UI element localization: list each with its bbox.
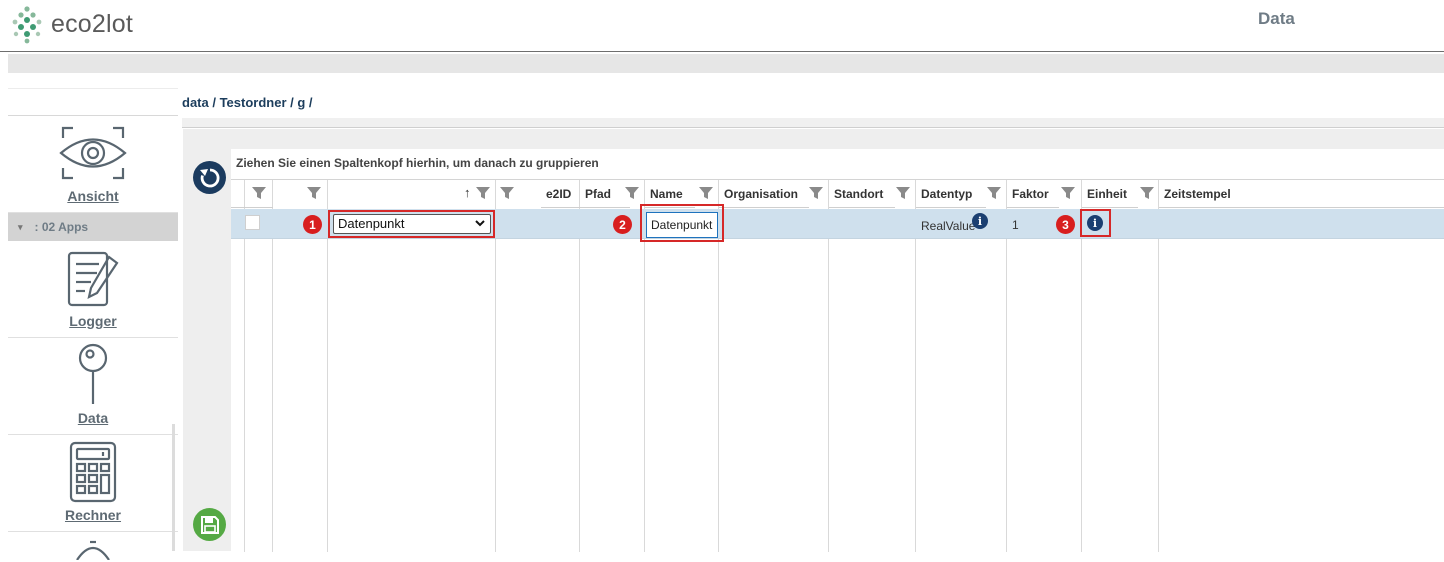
chevron-down-icon: ▾ — [18, 221, 23, 232]
save-button[interactable] — [193, 508, 226, 541]
sidebar-top-blank — [8, 88, 178, 116]
filter-icon[interactable] — [252, 186, 266, 200]
refresh-button[interactable] — [193, 161, 226, 194]
sidebar-item-rechner[interactable]: Rechner — [8, 435, 178, 532]
annotation-badge-1: 1 — [303, 215, 322, 234]
faktor-value: 1 — [1012, 218, 1019, 232]
breadcrumb[interactable]: data / Testordner / g / — [182, 95, 313, 110]
header-pfad[interactable]: Pfad — [580, 180, 630, 208]
sidebar-group-apps[interactable]: ▾ : 02 Apps — [8, 213, 178, 241]
sidebar-item-ansicht[interactable]: Ansicht — [8, 116, 178, 213]
map-pin-icon — [75, 342, 111, 410]
annotation-badge-2: 2 — [613, 215, 632, 234]
page-title: Data — [1258, 9, 1295, 28]
filter-icon[interactable] — [500, 186, 514, 200]
breadcrumb-divider — [182, 118, 1444, 128]
header-einheit[interactable]: Einheit — [1082, 180, 1138, 208]
eye-scan-icon — [59, 124, 127, 186]
sidebar-item-label: Logger — [69, 313, 117, 329]
sort-asc-icon[interactable]: ↑ — [464, 185, 471, 200]
filter-icon[interactable] — [699, 186, 713, 200]
toolbar-strip — [8, 54, 1444, 73]
logo-leaf-icon — [12, 6, 42, 44]
eco2lot-logo[interactable]: eco2lot — [8, 2, 133, 46]
sidebar: Ansicht ▾ : 02 Apps Logger Data Rechner — [8, 88, 178, 560]
sidebar-item-label: Ansicht — [67, 188, 119, 204]
filter-icon[interactable] — [307, 186, 321, 200]
row-checkbox[interactable] — [245, 215, 260, 230]
group-hint: Ziehen Sie einen Spaltenkopf hierhin, um… — [236, 156, 599, 170]
header-standort[interactable]: Standort — [829, 180, 895, 208]
filter-icon[interactable] — [896, 186, 910, 200]
chevron-down-icon — [475, 220, 485, 227]
calculator-icon — [67, 441, 119, 507]
table-row[interactable]: 1 Datenpunkt 2 Datenpunkt RealValue i 1 … — [231, 204, 1444, 242]
header-datentyp[interactable]: Datentyp — [916, 180, 986, 208]
sidebar-item-data[interactable]: Data — [8, 338, 178, 435]
group-by-panel[interactable]: Ziehen Sie einen Spaltenkopf hierhin, um… — [231, 149, 1444, 179]
type-select[interactable]: Datenpunkt — [333, 214, 491, 234]
datentyp-value: RealValue — [921, 219, 976, 233]
einheit-info-icon[interactable]: i — [1087, 215, 1103, 231]
notepad-pen-icon — [65, 249, 121, 313]
logo-text: eco2lot — [51, 9, 134, 38]
annotation-badge-3: 3 — [1056, 215, 1075, 234]
filter-icon[interactable] — [987, 186, 1001, 200]
sidebar-item-label: Rechner — [64, 507, 122, 523]
floppy-disk-icon — [200, 515, 219, 534]
header-zeitstempel[interactable]: Zeitstempel — [1159, 180, 1444, 208]
header-faktor[interactable]: Faktor — [1007, 180, 1059, 208]
clock-icon — [76, 540, 110, 560]
type-select-value: Datenpunkt — [338, 216, 405, 231]
refresh-icon — [199, 168, 219, 187]
filter-icon[interactable] — [1140, 186, 1154, 200]
sidebar-item-logger[interactable]: Logger — [8, 241, 178, 338]
filter-icon[interactable] — [1061, 186, 1075, 200]
data-grid: ↑ e2ID Pfad Name Organisation Standort D… — [231, 179, 1444, 552]
filter-icon[interactable] — [625, 186, 639, 200]
info-icon[interactable]: i — [972, 213, 988, 229]
filter-icon[interactable] — [809, 186, 823, 200]
app-header: eco2lot Data — [0, 0, 1444, 52]
sidebar-scrollbar[interactable] — [172, 424, 175, 551]
sidebar-item-partial[interactable] — [8, 532, 178, 562]
header-e2id[interactable]: e2ID — [541, 180, 581, 208]
sidebar-item-label: Data — [77, 410, 109, 426]
header-organisation[interactable]: Organisation — [719, 180, 809, 208]
sidebar-group-label: : 02 Apps — [34, 220, 89, 234]
name-input[interactable]: Datenpunkt — [646, 212, 718, 238]
filter-icon[interactable] — [476, 186, 490, 200]
